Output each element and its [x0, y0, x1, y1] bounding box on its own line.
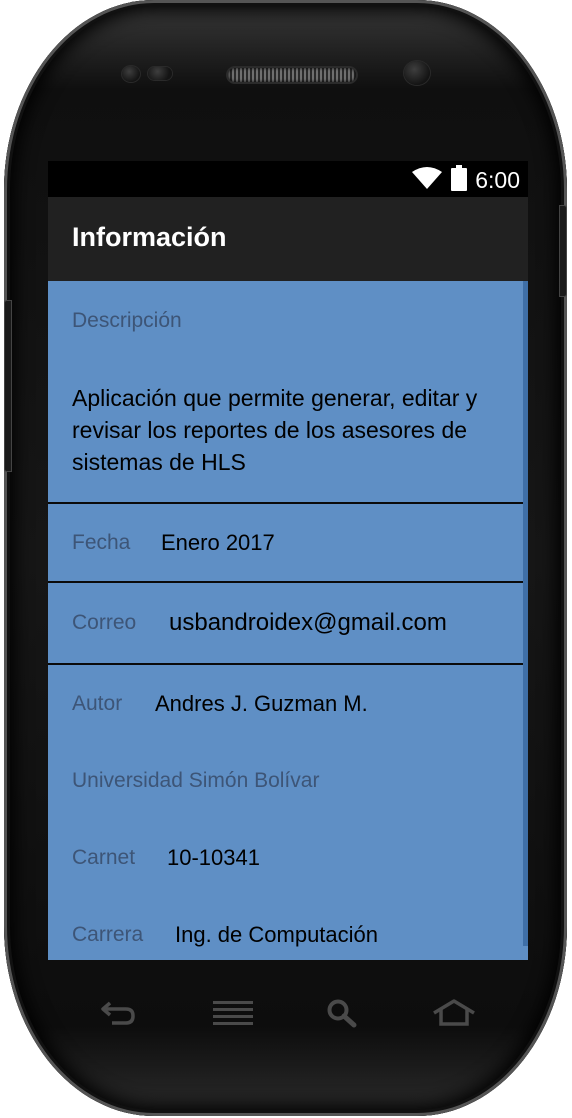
proximity-sensor: [122, 66, 140, 82]
divider: [48, 581, 528, 583]
battery-icon: [451, 164, 468, 196]
divider: [48, 502, 528, 504]
app-bar: Información: [48, 197, 528, 281]
descripcion-label: Descripción: [72, 309, 182, 332]
status-bar: 6:00: [48, 161, 528, 197]
front-camera: [404, 61, 430, 85]
carnet-label: Carnet: [72, 846, 136, 869]
carrera-label: Carrera: [72, 923, 144, 946]
status-clock: 6:00: [475, 166, 520, 193]
menu-button[interactable]: [208, 993, 258, 1037]
earpiece-speaker: [228, 68, 356, 82]
fecha-value: Enero 2017: [161, 530, 275, 555]
carnet-value: 10-10341: [167, 845, 260, 870]
home-button[interactable]: [429, 993, 479, 1037]
carrera-value: Ing. de Computación: [175, 922, 379, 947]
power-button: [559, 205, 567, 297]
home-icon: [432, 998, 476, 1032]
menu-icon: [213, 999, 253, 1032]
navigation-bar: [48, 975, 528, 1055]
universidad-label: Universidad Simón Bolívar: [72, 769, 320, 792]
descripcion-text: Aplicación que permite generar, editar y…: [72, 385, 478, 475]
back-button[interactable]: [93, 993, 143, 1037]
divider: [48, 663, 528, 665]
fecha-label: Fecha: [72, 531, 131, 554]
scrollbar[interactable]: [523, 281, 528, 946]
screen: 6:00 Información Descripción Aplicación …: [48, 161, 528, 960]
info-content[interactable]: Descripción Aplicación que permite gener…: [48, 281, 528, 960]
correo-label: Correo: [72, 611, 137, 634]
wifi-icon: [411, 166, 443, 195]
light-sensor: [148, 67, 172, 80]
search-icon: [326, 998, 358, 1033]
autor-label: Autor: [72, 692, 123, 715]
correo-value[interactable]: usbandroidex@gmail.com: [169, 609, 447, 637]
search-button[interactable]: [317, 993, 367, 1037]
volume-button: [4, 300, 12, 472]
autor-value: Andres J. Guzman M.: [155, 691, 368, 716]
page-title: Información: [72, 222, 227, 252]
back-icon: [98, 998, 138, 1033]
